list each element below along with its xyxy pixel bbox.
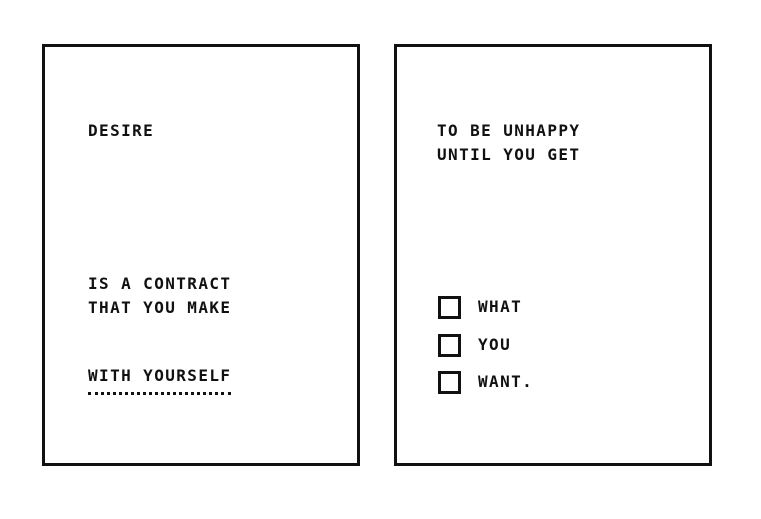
with-yourself-underlined-text: WITH YOURSELF — [88, 364, 232, 395]
desire-heading: DESIRE — [88, 121, 155, 140]
contract-line-2: THAT YOU MAKE — [88, 298, 232, 317]
unhappy-line-1: TO BE UNHAPPY — [437, 121, 581, 140]
you-label: YOU — [478, 335, 512, 354]
unhappy-line-2: UNTIL YOU GET — [437, 145, 581, 164]
checklist-item-what[interactable]: WHAT — [438, 295, 522, 319]
right-card: TO BE UNHAPPY UNTIL YOU GET WHAT YOU WAN… — [394, 44, 712, 466]
want-checkbox[interactable] — [438, 370, 461, 394]
poster-stage: DESIRE IS A CONTRACT THAT YOU MAKE WITH … — [0, 0, 761, 519]
left-card: DESIRE IS A CONTRACT THAT YOU MAKE WITH … — [42, 44, 360, 466]
what-checkbox[interactable] — [438, 295, 461, 319]
contract-line-1: IS A CONTRACT — [88, 274, 232, 293]
checklist-item-want[interactable]: WANT. — [438, 370, 533, 394]
checklist-item-you[interactable]: YOU — [438, 333, 511, 357]
you-checkbox[interactable] — [438, 333, 461, 357]
want-label: WANT. — [478, 372, 534, 391]
unhappy-text: TO BE UNHAPPY UNTIL YOU GET — [437, 119, 580, 167]
what-label: WHAT — [478, 297, 523, 316]
contract-text: IS A CONTRACT THAT YOU MAKE — [88, 272, 231, 320]
